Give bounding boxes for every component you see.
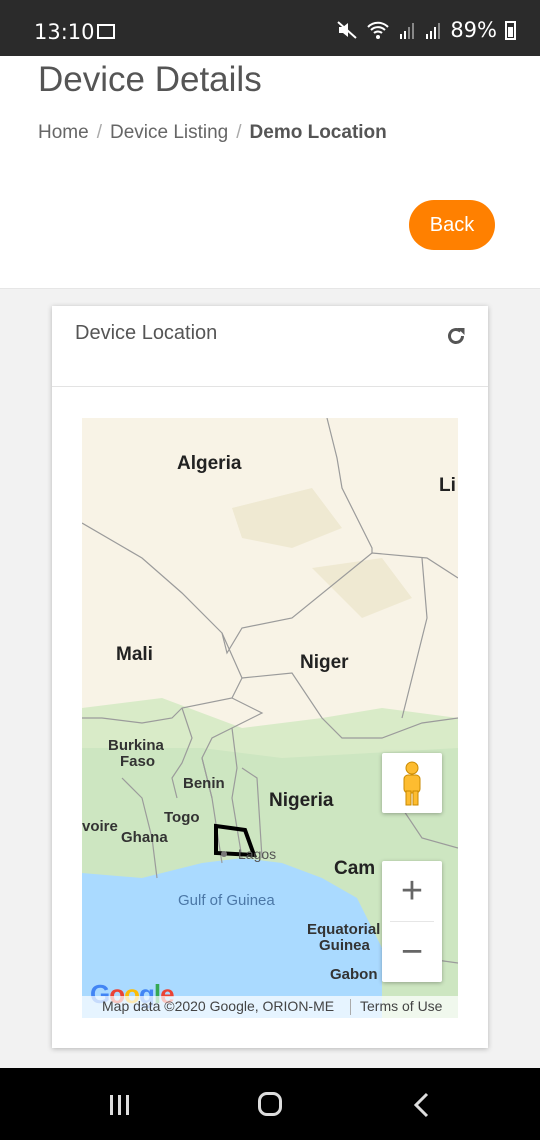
- map-label-gabon: Gabon: [330, 966, 378, 983]
- map-label-nigeria: Nigeria: [269, 790, 334, 811]
- signal-icon: [426, 23, 441, 39]
- breadcrumb-separator: /: [96, 122, 102, 143]
- roaming-signal-icon: [400, 23, 415, 39]
- map-label-algeria: Algeria: [177, 453, 242, 474]
- map-label-cameroon: Cam: [334, 858, 376, 879]
- wifi-icon: [367, 21, 390, 39]
- breadcrumb: Home / Device Listing / Demo Location: [38, 122, 387, 144]
- map-label-guinea: Guinea: [319, 937, 370, 954]
- refresh-icon[interactable]: [444, 324, 468, 348]
- map-label-equatorial: Equatorial: [307, 921, 381, 938]
- card-header: Device Location: [52, 306, 488, 387]
- pegman-icon: [403, 761, 421, 806]
- breadcrumb-separator: /: [236, 122, 242, 143]
- status-time: 13:10: [34, 20, 95, 44]
- mute-icon: [337, 21, 357, 39]
- zoom-controls: + −: [382, 861, 442, 982]
- gallery-icon: [97, 24, 115, 39]
- map-label-niger: Niger: [300, 652, 349, 673]
- status-icons: 89%: [336, 18, 516, 42]
- map-label-faso: Faso: [120, 753, 156, 770]
- status-bar: 13:10 89%: [0, 0, 540, 56]
- attribution-separator: [350, 999, 351, 1015]
- map-label-libya: Li: [439, 475, 456, 496]
- map-label-mali: Mali: [116, 644, 153, 665]
- page-title: Device Details: [38, 60, 262, 99]
- zoom-in-button[interactable]: +: [382, 861, 442, 921]
- map-label-ivoire: voire: [82, 818, 118, 835]
- terms-of-use-link[interactable]: Terms of Use: [360, 998, 442, 1014]
- zoom-out-button[interactable]: −: [382, 922, 442, 982]
- map-label-benin: Benin: [183, 775, 225, 792]
- home-icon[interactable]: [258, 1092, 282, 1116]
- breadcrumb-home[interactable]: Home: [38, 122, 89, 144]
- back-button[interactable]: Back: [409, 200, 495, 250]
- back-nav-icon[interactable]: [412, 1092, 430, 1118]
- breadcrumb-device-listing[interactable]: Device Listing: [110, 122, 228, 144]
- breadcrumb-current: Demo Location: [249, 122, 387, 143]
- map-label-togo: Togo: [164, 809, 200, 826]
- map-attribution: Map data ©2020 Google, ORION-ME Terms of…: [82, 996, 458, 1018]
- street-view-pegman-button[interactable]: [382, 753, 442, 813]
- map-label-lagos: Lagos: [238, 846, 277, 862]
- card-title: Device Location: [75, 322, 218, 344]
- battery-icon: [505, 20, 516, 40]
- map-label-gulf-of-guinea: Gulf of Guinea: [178, 892, 275, 909]
- recent-apps-icon[interactable]: [108, 1094, 132, 1116]
- map-label-ghana: Ghana: [121, 829, 168, 846]
- map-view[interactable]: Algeria Li Mali Niger Burkina Faso Benin…: [82, 418, 458, 1018]
- battery-percent: 89%: [450, 18, 497, 42]
- map-label-burkina: Burkina: [108, 737, 164, 754]
- map-data-credit: Map data ©2020 Google, ORION-ME: [102, 998, 335, 1014]
- header-divider: [0, 288, 540, 289]
